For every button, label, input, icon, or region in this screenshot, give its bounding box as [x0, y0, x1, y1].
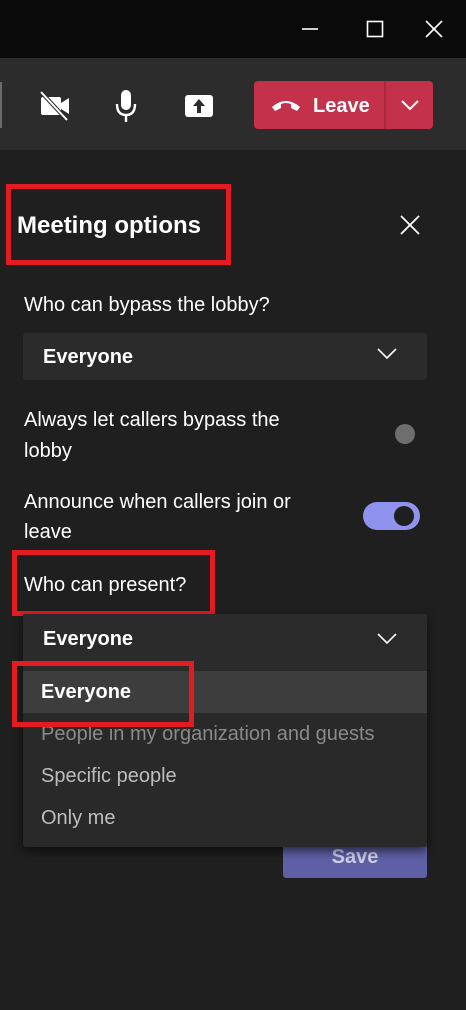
- option-label: Only me: [41, 807, 116, 829]
- bypass-lobby-select[interactable]: Everyone: [23, 333, 427, 380]
- close-icon: [425, 20, 443, 38]
- minimize-button[interactable]: [292, 12, 328, 46]
- leave-label: Leave: [313, 95, 370, 117]
- close-panel-icon[interactable]: [398, 213, 422, 237]
- maximize-button[interactable]: [357, 12, 393, 46]
- presenters-value: Everyone: [43, 628, 134, 650]
- presenters-dropdown: Everyone Everyone People in my organizat…: [23, 614, 427, 847]
- leave-button-group: Leave: [254, 81, 433, 129]
- camera-off-icon: [39, 90, 69, 122]
- highlight-box-title: [6, 184, 231, 265]
- callers-bypass-toggle[interactable]: [395, 424, 415, 444]
- maximize-icon: [366, 20, 384, 38]
- leave-options-button[interactable]: [386, 81, 433, 129]
- callers-bypass-label-line2: lobby: [24, 440, 72, 462]
- announce-callers-label-line1: Announce when callers join or: [24, 491, 291, 513]
- toolbar-divider: [0, 82, 2, 128]
- announce-callers-toggle[interactable]: [363, 502, 420, 530]
- chevron-down-icon: [377, 633, 397, 645]
- chevron-down-icon: [377, 348, 397, 360]
- share-screen-button[interactable]: [179, 86, 219, 126]
- highlight-box-everyone-option: [12, 661, 194, 727]
- chevron-down-icon: [400, 100, 419, 111]
- bypass-lobby-label: Who can bypass the lobby?: [24, 294, 270, 316]
- microphone-button[interactable]: [106, 86, 146, 126]
- phone-hangup-icon: [272, 101, 300, 111]
- option-label: Specific people: [41, 765, 177, 787]
- leave-button[interactable]: Leave: [254, 81, 384, 129]
- presenters-option-only-me[interactable]: Only me: [23, 797, 427, 839]
- save-label: Save: [331, 846, 379, 868]
- camera-toggle-button[interactable]: [35, 86, 75, 126]
- presenters-option-specific-people[interactable]: Specific people: [23, 755, 427, 797]
- close-window-button[interactable]: [416, 12, 452, 46]
- bypass-lobby-value: Everyone: [43, 346, 134, 368]
- microphone-icon: [115, 90, 137, 122]
- callers-bypass-label-line1: Always let callers bypass the: [24, 409, 280, 431]
- highlight-box-presenters: [12, 550, 215, 616]
- toggle-knob: [394, 506, 414, 526]
- window-titlebar: [0, 0, 466, 58]
- share-screen-icon: [185, 95, 213, 117]
- minimize-icon: [302, 28, 318, 30]
- announce-callers-label-line2: leave: [24, 521, 72, 543]
